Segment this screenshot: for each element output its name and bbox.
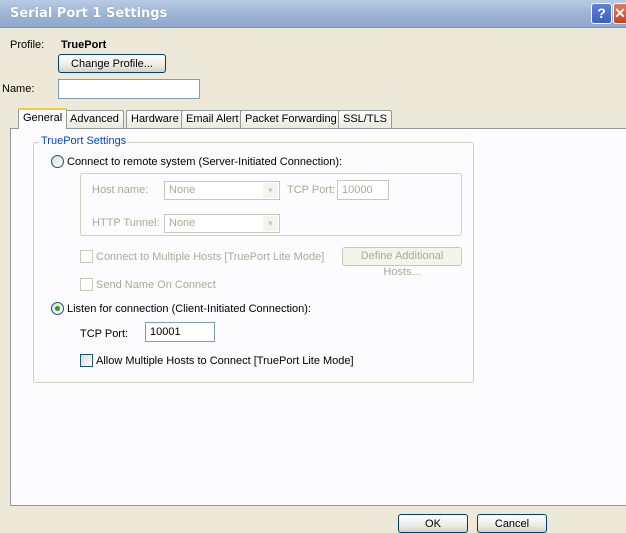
host-name-label: Host name: [92, 184, 149, 196]
change-profile-button[interactable]: Change Profile... [58, 54, 166, 73]
tab-hardware[interactable]: Hardware [126, 110, 184, 128]
http-tunnel-label: HTTP Tunnel: [92, 217, 160, 229]
http-tunnel-select[interactable]: None ▼ [164, 214, 280, 233]
tab-ssl-tls[interactable]: SSL/TLS [338, 110, 393, 128]
define-additional-hosts-button[interactable]: Define Additional Hosts... [342, 247, 462, 278]
allow-multiple-hosts-label: Allow Multiple Hosts to Connect [TruePor… [96, 355, 354, 367]
listen-radio[interactable] [51, 302, 64, 315]
host-name-select[interactable]: None ▼ [164, 181, 280, 200]
remote-tcp-port-input[interactable]: 10000 [337, 180, 389, 200]
trueport-settings-legend: TruePort Settings [39, 135, 129, 147]
title-bar[interactable]: Serial Port 1 Settings ? ✕ [0, 0, 626, 28]
multiple-hosts-label: Connect to Multiple Hosts [TruePort Lite… [96, 251, 325, 263]
connect-remote-label: Connect to remote system (Server-Initiat… [67, 156, 343, 168]
send-name-checkbox[interactable] [80, 278, 93, 291]
cancel-button[interactable]: Cancel [477, 514, 547, 533]
listen-tcp-port-input[interactable]: 10001 [145, 322, 215, 342]
multiple-hosts-checkbox[interactable] [80, 250, 93, 263]
listen-label: Listen for connection (Client-Initiated … [67, 303, 311, 315]
listen-tcp-port-label: TCP Port: [80, 328, 129, 340]
profile-label: Profile: [10, 39, 45, 51]
chevron-down-icon: ▼ [263, 216, 278, 231]
name-input[interactable] [58, 79, 200, 99]
http-tunnel-value: None [169, 217, 196, 229]
radio-selected-indicator [55, 306, 60, 311]
allow-multiple-hosts-checkbox[interactable] [80, 354, 93, 367]
tab-packet-forwarding[interactable]: Packet Forwarding [240, 110, 342, 128]
tab-general[interactable]: General [18, 108, 68, 129]
name-label: Name: [2, 83, 35, 95]
chevron-down-icon: ▼ [263, 183, 278, 198]
tab-advanced[interactable]: Advanced [65, 110, 124, 128]
profile-value: TruePort [61, 39, 107, 51]
close-icon[interactable]: ✕ [613, 3, 626, 24]
tab-email-alert[interactable]: Email Alert [181, 110, 244, 128]
ok-button[interactable]: OK [398, 514, 468, 533]
window-title: Serial Port 1 Settings [10, 6, 168, 21]
help-icon[interactable]: ? [591, 3, 612, 24]
host-name-value: None [169, 184, 196, 196]
remote-tcp-port-label: TCP Port: [287, 184, 336, 196]
connect-remote-radio[interactable] [51, 155, 64, 168]
send-name-label: Send Name On Connect [96, 279, 216, 291]
